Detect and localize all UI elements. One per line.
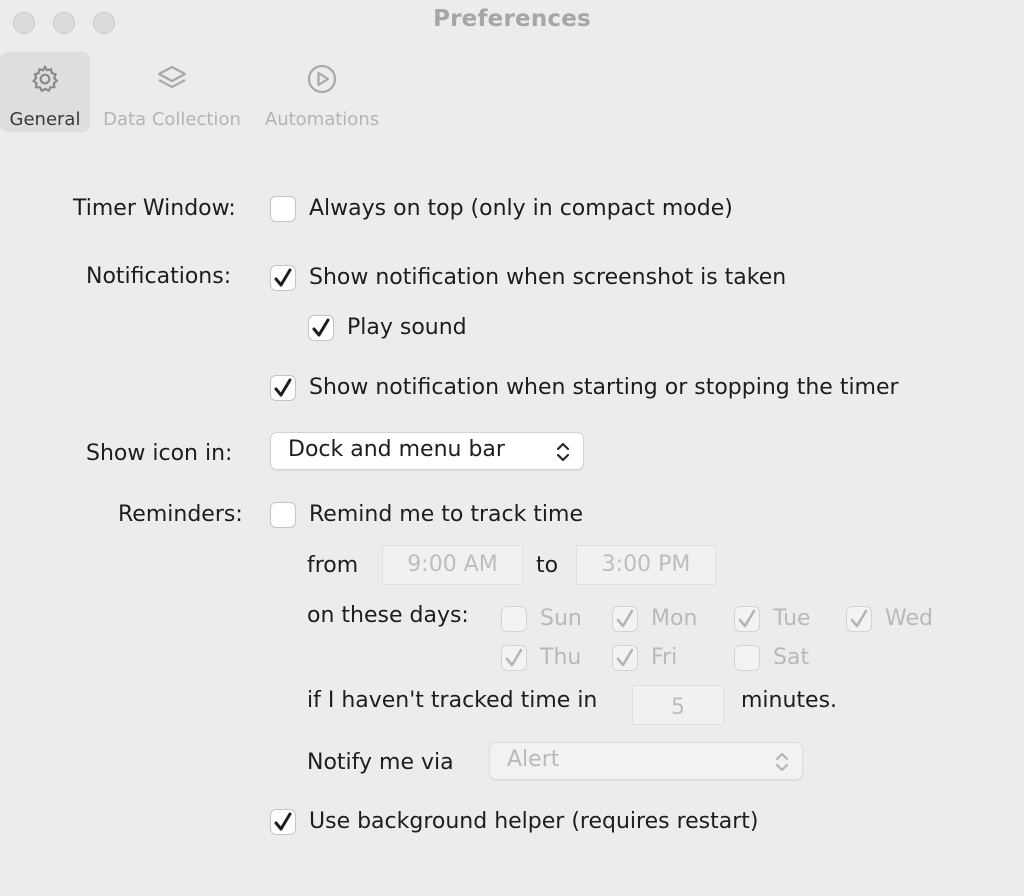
day-sat-label: Sat xyxy=(773,645,810,670)
notifications-label: Notifications: xyxy=(86,264,232,289)
notify-via-label: Notify me via xyxy=(307,750,454,775)
screenshot-notification-checkbox[interactable] xyxy=(270,265,296,291)
day-tue-label: Tue xyxy=(773,606,811,631)
checkmark-icon xyxy=(274,378,292,397)
tab-general-label: General xyxy=(9,109,81,130)
show-icon-label: Show icon in: xyxy=(86,441,233,466)
checkmark-icon xyxy=(850,609,868,628)
checkmark-icon xyxy=(312,318,330,337)
checkmark-icon xyxy=(616,648,634,667)
checkmark-icon xyxy=(274,812,292,831)
checkmark-icon xyxy=(616,609,634,628)
play-sound-checkbox[interactable] xyxy=(308,315,334,341)
checkmark-icon xyxy=(505,648,523,667)
day-thu-checkbox[interactable] xyxy=(501,645,527,671)
day-sat-checkbox[interactable] xyxy=(734,645,760,671)
checkmark-icon xyxy=(738,609,756,628)
tab-automations-label: Automations xyxy=(264,109,380,130)
show-icon-value: Dock and menu bar xyxy=(288,437,505,462)
day-tue-checkbox[interactable] xyxy=(734,606,760,632)
day-thu-label: Thu xyxy=(540,645,582,670)
background-helper-label: Use background helper (requires restart) xyxy=(309,809,759,834)
day-sun-label: Sun xyxy=(540,606,582,631)
always-on-top-checkbox[interactable] xyxy=(270,196,296,222)
window-title: Preferences xyxy=(433,6,591,32)
notify-via-popup[interactable]: Alert xyxy=(489,742,803,780)
from-label: from xyxy=(307,553,359,578)
chevron-up-down-icon xyxy=(556,442,570,462)
remind-checkbox[interactable] xyxy=(270,502,296,528)
day-wed-label: Wed xyxy=(885,606,933,631)
screenshot-notification-label: Show notification when screenshot is tak… xyxy=(309,265,787,290)
idle-prefix-label: if I haven't tracked time in xyxy=(307,688,598,713)
days-label: on these days: xyxy=(307,603,469,628)
from-time-field[interactable]: 9:00 AM xyxy=(382,545,523,585)
chevron-up-down-icon xyxy=(775,752,789,772)
always-on-top-label: Always on top (only in compact mode) xyxy=(309,196,733,221)
remind-label: Remind me to track time xyxy=(309,502,584,527)
tab-automations[interactable]: Automations xyxy=(258,52,386,132)
notify-via-value: Alert xyxy=(507,747,560,772)
tab-general[interactable]: General xyxy=(0,52,90,132)
day-fri-label: Fri xyxy=(651,645,678,670)
background-helper-checkbox[interactable] xyxy=(270,809,296,835)
layers-icon xyxy=(157,65,187,89)
play-circle-icon xyxy=(307,64,337,94)
tab-data-collection[interactable]: Data Collection xyxy=(96,52,248,132)
idle-minutes-field[interactable]: 5 xyxy=(632,685,724,725)
timer-notification-label: Show notification when starting or stopp… xyxy=(309,375,899,400)
day-sun-checkbox[interactable] xyxy=(501,606,527,632)
to-label: to xyxy=(536,553,559,578)
timer-window-label: Timer Window: xyxy=(73,196,236,221)
day-mon-label: Mon xyxy=(651,606,698,631)
gear-icon xyxy=(31,64,59,93)
reminders-label: Reminders: xyxy=(118,502,243,527)
play-sound-label: Play sound xyxy=(347,315,467,340)
day-fri-checkbox[interactable] xyxy=(612,645,638,671)
preferences-window: Preferences General Data Collection Auto… xyxy=(0,0,1024,896)
tab-data-collection-label: Data Collection xyxy=(103,109,241,130)
checkmark-icon xyxy=(274,268,292,287)
timer-notification-checkbox[interactable] xyxy=(270,375,296,401)
to-time-field[interactable]: 3:00 PM xyxy=(576,545,716,585)
day-wed-checkbox[interactable] xyxy=(846,606,872,632)
idle-suffix-label: minutes. xyxy=(741,688,838,713)
show-icon-popup[interactable]: Dock and menu bar xyxy=(270,432,584,470)
day-mon-checkbox[interactable] xyxy=(612,606,638,632)
